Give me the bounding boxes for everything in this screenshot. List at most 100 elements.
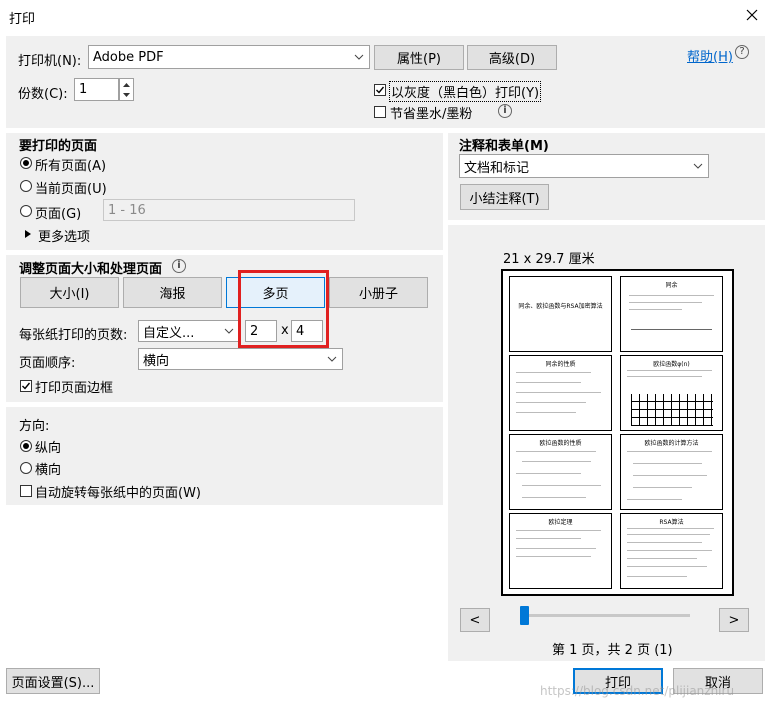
orientation-title: 方向: bbox=[19, 419, 50, 434]
window-title: 打印 bbox=[9, 12, 36, 27]
pages-per-sheet-select[interactable]: 自定义... bbox=[138, 320, 240, 342]
comments-value: 文档和标记 bbox=[464, 160, 530, 176]
landscape-label: 横向 bbox=[35, 463, 62, 478]
properties-button[interactable]: 属性(P) bbox=[374, 45, 464, 70]
next-page-button[interactable]: > bbox=[719, 608, 749, 632]
pages-per-sheet-value: 自定义... bbox=[143, 325, 195, 341]
chevron-down-icon bbox=[693, 163, 703, 169]
paper-size-label: 21 x 29.7 厘米 bbox=[503, 252, 595, 267]
thumbnail-line bbox=[522, 461, 591, 462]
portrait-radio[interactable] bbox=[20, 440, 32, 452]
stepper-up-icon[interactable] bbox=[120, 80, 133, 90]
thumbnail-title: 欧拉函数的性质 bbox=[539, 440, 582, 447]
thumbnail-line bbox=[516, 451, 596, 452]
page-slider-thumb[interactable] bbox=[520, 606, 529, 625]
tab-booklet[interactable]: 小册子 bbox=[329, 277, 428, 308]
chevron-right-icon: > bbox=[728, 612, 740, 628]
thumbnail-line bbox=[627, 550, 712, 551]
thumbnail-line bbox=[522, 485, 601, 486]
thumbnail-line bbox=[627, 576, 687, 577]
page-range-radio[interactable] bbox=[20, 205, 32, 217]
expand-triangle-icon[interactable] bbox=[24, 228, 32, 243]
thumbnail-title: 欧拉函数的计算方法 bbox=[644, 440, 699, 447]
chevron-left-icon: < bbox=[469, 612, 481, 628]
thumbnail-line bbox=[627, 499, 682, 500]
thumbnail-line bbox=[516, 372, 591, 373]
copies-stepper[interactable] bbox=[119, 78, 134, 101]
thumbnail: 同余、欧拉函数与RSA加密算法 bbox=[509, 276, 612, 352]
print-border-label: 打印页面边框 bbox=[35, 381, 114, 396]
all-pages-label: 所有页面(A) bbox=[35, 159, 107, 174]
thumbnail: 同余 bbox=[620, 276, 723, 352]
thumbnail-line bbox=[627, 566, 707, 567]
printer-value: Adobe PDF bbox=[93, 49, 164, 65]
thumbnail-title: 同余的性质 bbox=[545, 361, 576, 368]
chevron-down-icon bbox=[354, 54, 364, 60]
printer-select[interactable]: Adobe PDF bbox=[88, 45, 370, 69]
copies-label: 份数(C): bbox=[18, 87, 68, 102]
all-pages-radio[interactable] bbox=[20, 157, 32, 169]
page-setup-button[interactable]: 页面设置(S)... bbox=[6, 668, 100, 694]
page-order-value: 横向 bbox=[143, 353, 170, 369]
save-ink-checkbox[interactable] bbox=[374, 106, 386, 118]
thumbnail-line bbox=[516, 473, 581, 474]
thumbnail-line bbox=[522, 497, 586, 498]
thumbnail-line bbox=[516, 402, 586, 403]
thumbnail-line bbox=[629, 295, 714, 296]
chevron-down-icon bbox=[224, 328, 234, 334]
page-slider-track[interactable] bbox=[520, 614, 690, 617]
page-order-label: 页面顺序: bbox=[19, 356, 76, 371]
grayscale-label: 以灰度（黑白色）打印(Y) bbox=[389, 81, 542, 102]
page-range-input[interactable]: 1 - 16 bbox=[103, 199, 355, 221]
auto-rotate-label: 自动旋转每张纸中的页面(W) bbox=[35, 486, 201, 501]
thumbnail-title: 同余 bbox=[665, 282, 678, 289]
comments-title: 注释和表单(M) bbox=[459, 139, 549, 154]
thumbnail-line bbox=[516, 382, 581, 383]
comments-select[interactable]: 文档和标记 bbox=[459, 154, 709, 178]
thumbnail: RSA算法 bbox=[620, 513, 723, 589]
more-options-label[interactable]: 更多选项 bbox=[38, 226, 90, 245]
thumbnail-line bbox=[627, 558, 697, 559]
save-ink-label: 节省墨水/墨粉 bbox=[390, 107, 473, 122]
grayscale-checkbox[interactable] bbox=[374, 84, 386, 96]
help-link[interactable]: 帮助(H) bbox=[687, 46, 733, 65]
summarize-comments-button[interactable]: 小结注释(T) bbox=[460, 184, 549, 210]
tab-poster[interactable]: 海报 bbox=[123, 277, 222, 308]
landscape-radio[interactable] bbox=[20, 462, 32, 474]
thumbnail-line bbox=[627, 534, 710, 535]
thumbnail-line bbox=[516, 538, 581, 539]
thumbnail: 欧拉函数φ(n) bbox=[620, 355, 723, 431]
thumbnail-line bbox=[516, 548, 596, 549]
thumbnail-line bbox=[516, 530, 601, 531]
stepper-down-icon[interactable] bbox=[120, 90, 133, 100]
current-page-label: 当前页面(U) bbox=[35, 182, 107, 197]
copies-input[interactable]: 1 bbox=[74, 78, 119, 101]
help-icon[interactable]: ? bbox=[735, 45, 749, 59]
pages-per-sheet-label: 每张纸打印的页数: bbox=[19, 328, 128, 343]
thumbnail-line bbox=[633, 463, 702, 464]
advanced-button[interactable]: 高级(D) bbox=[467, 45, 557, 70]
thumbnail: 同余的性质 bbox=[509, 355, 612, 431]
info-icon[interactable]: i bbox=[172, 259, 186, 273]
tab-size[interactable]: 大小(I) bbox=[20, 277, 119, 308]
thumbnail-line bbox=[627, 528, 714, 529]
info-icon[interactable]: i bbox=[498, 104, 512, 118]
thumbnail-table bbox=[631, 394, 713, 426]
prev-page-button[interactable]: < bbox=[460, 608, 490, 632]
page-info: 第 1 页，共 2 页 (1) bbox=[552, 643, 673, 658]
close-icon[interactable] bbox=[742, 5, 762, 25]
thumbnail-line bbox=[633, 487, 692, 488]
portrait-label: 纵向 bbox=[35, 441, 62, 456]
thumbnail-line bbox=[633, 475, 707, 476]
auto-rotate-checkbox[interactable] bbox=[20, 485, 32, 497]
thumbnail-line bbox=[629, 309, 682, 310]
current-page-radio[interactable] bbox=[20, 180, 32, 192]
page-order-select[interactable]: 横向 bbox=[138, 348, 343, 370]
page-range-label: 页面(G) bbox=[35, 207, 82, 222]
thumbnail-title: RSA算法 bbox=[659, 519, 684, 526]
print-border-checkbox[interactable] bbox=[20, 380, 32, 392]
thumbnail-line bbox=[631, 329, 712, 330]
thumbnail-title: 欧拉函数φ(n) bbox=[653, 361, 690, 368]
thumbnail-line bbox=[516, 412, 576, 413]
chevron-down-icon bbox=[327, 356, 337, 362]
